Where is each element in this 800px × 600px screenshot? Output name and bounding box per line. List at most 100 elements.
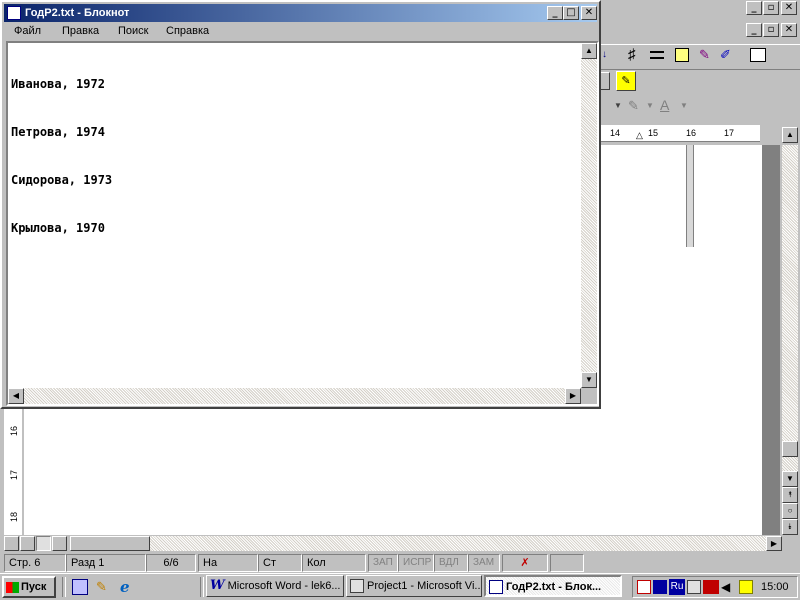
menu-file[interactable]: Файл xyxy=(8,22,47,40)
clock[interactable]: 15:00 xyxy=(761,579,789,595)
text-color-dropdown-icon[interactable]: ▼ xyxy=(680,101,688,110)
tray-app-icon[interactable] xyxy=(637,580,651,594)
task-word[interactable]: W Microsoft Word - lek6... xyxy=(206,575,344,597)
scroll-down-button[interactable]: ▼ xyxy=(782,471,798,487)
scroll-left-button[interactable]: ◀ xyxy=(8,388,24,404)
lines-icon[interactable] xyxy=(650,51,664,59)
scroll-up-button[interactable]: ▲ xyxy=(581,43,597,59)
notepad-horizontal-scrollbar[interactable]: ◀ ▶ xyxy=(8,388,581,404)
start-label: Пуск xyxy=(21,581,47,593)
task-notepad[interactable]: ГодР2.txt - Блок... xyxy=(484,575,622,597)
horizontal-ruler[interactable]: 14 △ 15 16 17 xyxy=(600,125,760,142)
status-track-changes[interactable]: ИСПР xyxy=(398,554,434,572)
status-section: Разд 1 xyxy=(66,554,146,572)
notepad-menu-bar: Файл Правка Поиск Справка xyxy=(4,22,597,40)
notepad-app-icon xyxy=(489,580,503,595)
word-toolbar-drawing: ✎ xyxy=(600,70,800,92)
outline-view-button[interactable] xyxy=(52,536,67,551)
font-color-icon[interactable]: ✎ xyxy=(628,98,639,114)
task-label: ГодР2.txt - Блок... xyxy=(506,581,602,593)
quick-launch-separator xyxy=(200,577,204,597)
text-line: Сидорова, 1973 xyxy=(11,173,113,187)
spelling-status-icon[interactable]: ✗ xyxy=(502,554,548,572)
next-page-button[interactable]: ⯯ xyxy=(782,519,798,535)
notepad-text-area[interactable]: Иванова, 1972 Петрова, 1974 Сидорова, 19… xyxy=(6,41,599,406)
vertical-ruler[interactable]: 16 17 18 xyxy=(4,408,22,535)
menu-edit[interactable]: Правка xyxy=(56,22,105,40)
select-browse-object-button[interactable]: ○ xyxy=(782,503,798,519)
text-line: Крылова, 1970 xyxy=(11,221,105,235)
shape-icon[interactable] xyxy=(675,48,689,62)
menu-help[interactable]: Справка xyxy=(160,22,215,40)
tray-app-icon[interactable] xyxy=(687,580,701,594)
start-button[interactable]: Пуск xyxy=(2,576,56,598)
scroll-up-button[interactable]: ▲ xyxy=(782,127,798,143)
vb-app-icon xyxy=(350,579,364,594)
scrollbar-corner xyxy=(581,388,597,404)
word-restore-button[interactable]: ▫ xyxy=(763,1,779,15)
task-vb-project[interactable]: Project1 - Microsoft Vi... xyxy=(346,575,482,597)
text-color-icon[interactable]: A xyxy=(660,97,669,113)
windows-logo-icon xyxy=(6,581,19,593)
notepad-close-button[interactable]: ✕ xyxy=(581,6,597,20)
normal-view-button[interactable] xyxy=(4,536,19,551)
word-toolbar-standard: ↓ ♯ ✎ ✐ xyxy=(600,44,800,70)
ruler-number: 17 xyxy=(724,128,735,138)
notepad-vertical-scrollbar[interactable]: ▲ ▼ xyxy=(581,43,597,388)
word-close-button[interactable]: ✕ xyxy=(781,1,797,15)
status-page: Стр. 6 xyxy=(4,554,66,572)
scroll-down-button[interactable]: ▼ xyxy=(581,372,597,388)
ruler-number: 15 xyxy=(648,128,659,138)
indent-marker-icon[interactable]: △ xyxy=(636,127,643,143)
status-pages: 6/6 xyxy=(146,554,196,572)
notepad-text[interactable]: Иванова, 1972 Петрова, 1974 Сидорова, 19… xyxy=(11,44,579,384)
ruler-number: 16 xyxy=(686,128,697,138)
status-record[interactable]: ЗАП xyxy=(368,554,398,572)
status-extend[interactable]: ВДЛ xyxy=(434,554,468,572)
notepad-title-bar[interactable]: ГодР2.txt - Блокнот _ □ ✕ xyxy=(4,4,597,22)
font-color-dropdown-icon[interactable]: ▼ xyxy=(646,101,654,110)
pen-icon[interactable]: ✐ xyxy=(720,47,736,63)
internet-explorer-icon[interactable]: e xyxy=(120,579,136,595)
status-overtype[interactable]: ЗАМ xyxy=(468,554,500,572)
border-dropdown-icon[interactable]: ▼ xyxy=(614,101,622,110)
text-line: Петрова, 1974 xyxy=(11,125,105,139)
print-layout-view-button[interactable] xyxy=(36,536,51,551)
notepad-window: ГодР2.txt - Блокнот _ □ ✕ Файл Правка По… xyxy=(0,0,601,409)
ruler-number: 17 xyxy=(9,469,20,481)
word-doc-minimize-button[interactable]: _ xyxy=(746,23,762,37)
language-indicator[interactable]: Ru xyxy=(669,579,685,595)
word-horizontal-scrollbar[interactable]: ▶ xyxy=(70,536,782,551)
tray-app-icon[interactable] xyxy=(739,580,753,594)
scroll-thumb[interactable] xyxy=(70,536,150,551)
picture-icon[interactable] xyxy=(750,48,766,62)
task-label: Microsoft Word - lek6... xyxy=(227,580,341,592)
ruler-number: 14 xyxy=(610,128,621,138)
notepad-maximize-button[interactable]: □ xyxy=(563,6,579,20)
sort-icon[interactable]: ↓ xyxy=(602,49,616,63)
scroll-right-button[interactable]: ▶ xyxy=(766,536,782,551)
drawing-icon[interactable]: ✎ xyxy=(699,47,715,63)
word-vertical-scrollbar[interactable]: ▲ ▼ ⯭ ○ ⯯ xyxy=(782,127,798,535)
outlook-icon[interactable]: ✎ xyxy=(96,579,112,595)
scroll-right-button[interactable]: ▶ xyxy=(565,388,581,404)
word-document-lower[interactable] xyxy=(24,408,762,535)
word-doc-close-button[interactable]: ✕ xyxy=(781,23,797,37)
scroll-thumb[interactable] xyxy=(782,441,798,457)
ati-icon[interactable] xyxy=(703,580,719,594)
notepad-minimize-button[interactable]: _ xyxy=(547,6,563,20)
tray-app-icon[interactable] xyxy=(653,580,667,594)
status-empty xyxy=(550,554,584,572)
status-column: Кол xyxy=(302,554,366,572)
highlight-icon[interactable]: ✎ xyxy=(616,71,636,91)
word-doc-restore-button[interactable]: ▫ xyxy=(763,23,779,37)
volume-icon[interactable]: ◀ xyxy=(721,579,737,595)
word-minimize-button[interactable]: _ xyxy=(746,1,762,15)
menu-search[interactable]: Поиск xyxy=(112,22,154,40)
web-layout-view-button[interactable] xyxy=(20,536,35,551)
toolbar-button-left[interactable] xyxy=(600,72,610,90)
columns-icon[interactable]: ♯ xyxy=(628,47,644,63)
text-line: Иванова, 1972 xyxy=(11,77,105,91)
prev-page-button[interactable]: ⯭ xyxy=(782,487,798,503)
show-desktop-icon[interactable] xyxy=(72,579,88,595)
